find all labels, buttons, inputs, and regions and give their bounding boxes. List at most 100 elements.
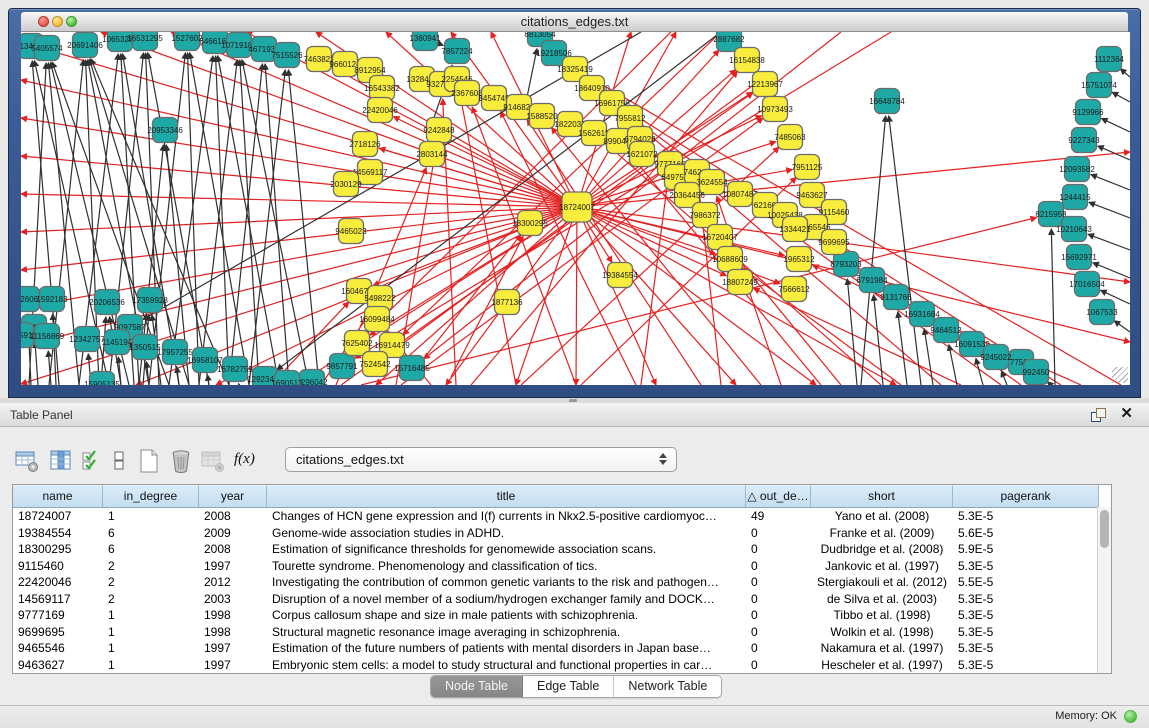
table-cell[interactable]: Yano et al. (2008) bbox=[811, 508, 953, 525]
graph-node[interactable]: 9227343 bbox=[1068, 128, 1100, 153]
table-cell[interactable]: 2 bbox=[103, 574, 199, 591]
window-titlebar[interactable]: citations_edges.txt bbox=[21, 12, 1128, 32]
table-row[interactable]: 911546021997Tourette syndrome. Phenomeno… bbox=[13, 558, 1111, 575]
graph-node[interactable]: 2718126 bbox=[349, 132, 381, 157]
table-cell[interactable]: Tourette syndrome. Phenomenology and cla… bbox=[267, 558, 746, 575]
table-cell[interactable]: Wolkin et al. (1998) bbox=[811, 624, 953, 641]
table-cell[interactable]: 49 bbox=[746, 508, 811, 525]
new-document-icon[interactable] bbox=[136, 448, 162, 474]
graph-node[interactable]: 1877136 bbox=[491, 290, 523, 315]
column-header-out_de[interactable]: △ out_de… bbox=[746, 485, 811, 507]
table-cell[interactable]: 14569117 bbox=[13, 591, 103, 608]
table-cell[interactable]: 5.3E-5 bbox=[953, 640, 1099, 657]
graph-node[interactable]: 18724007 bbox=[559, 192, 595, 222]
table-cell[interactable]: Changes of HCN gene expression and I(f) … bbox=[267, 508, 746, 525]
table-cell[interactable]: 1 bbox=[103, 640, 199, 657]
table-cell[interactable]: 0 bbox=[746, 640, 811, 657]
table-cell[interactable]: de Silva et al. (2003) bbox=[811, 591, 953, 608]
table-cell[interactable]: 2012 bbox=[199, 574, 267, 591]
resize-grip-icon[interactable] bbox=[1112, 367, 1128, 383]
table-cell[interactable]: 9115460 bbox=[13, 558, 103, 575]
graph-node[interactable]: 1690513 bbox=[271, 371, 303, 386]
column-header-pagerank[interactable]: pagerank bbox=[953, 485, 1099, 507]
table-cell[interactable]: Corpus callosum shape and size in male p… bbox=[267, 607, 746, 624]
delete-icon[interactable] bbox=[168, 448, 194, 474]
network-graph[interactable]: 1134505540557420691406106532871653129515… bbox=[21, 32, 1130, 385]
graph-node[interactable]: 18300295 bbox=[512, 211, 548, 236]
table-row[interactable]: 977716911998Corpus callosum shape and si… bbox=[13, 607, 1111, 624]
table-cell[interactable]: 9463627 bbox=[13, 657, 103, 674]
graph-node[interactable]: 9464512 bbox=[930, 318, 962, 343]
table-cell[interactable]: Genome-wide association studies in ADHD. bbox=[267, 525, 746, 542]
tab-edge-table[interactable]: Edge Table bbox=[523, 676, 614, 697]
close-panel-icon[interactable]: ✕ bbox=[1120, 406, 1133, 422]
table-cell[interactable]: 18300295 bbox=[13, 541, 103, 558]
table-cell[interactable]: 0 bbox=[746, 525, 811, 542]
graph-node[interactable]: 10973493 bbox=[757, 97, 793, 122]
table-cell[interactable]: 0 bbox=[746, 541, 811, 558]
show-columns-icon[interactable] bbox=[48, 448, 74, 474]
table-row[interactable]: 946554611997Estimation of the future num… bbox=[13, 640, 1111, 657]
graph-node[interactable]: 19384554 bbox=[602, 263, 638, 288]
graph-node[interactable]: 9245022 bbox=[980, 345, 1012, 370]
graph-node[interactable]: 9131766 bbox=[880, 285, 912, 310]
table-cell[interactable]: 0 bbox=[746, 624, 811, 641]
table-cell[interactable]: Estimation of the future numbers of pati… bbox=[267, 640, 746, 657]
table-row[interactable]: 1830029562008Estimation of significance … bbox=[13, 541, 1111, 558]
table-row[interactable]: 946362711997Embryonic stem cells: a mode… bbox=[13, 657, 1111, 674]
graph-node[interactable]: 7515526 bbox=[271, 43, 303, 68]
attribute-table[interactable]: namein_degreeyeartitle△ out_de…shortpage… bbox=[12, 484, 1112, 674]
float-window-icon[interactable] bbox=[1091, 408, 1105, 422]
graph-node[interactable]: 2030129 bbox=[330, 172, 362, 197]
table-cell[interactable]: 1 bbox=[103, 624, 199, 641]
graph-node[interactable]: 8793203 bbox=[830, 252, 862, 277]
graph-node[interactable]: 12093582 bbox=[1059, 157, 1095, 182]
graph-node[interactable]: 7524542 bbox=[359, 352, 391, 377]
network-canvas[interactable]: 1134505540557420691406106532871653129515… bbox=[21, 32, 1130, 385]
graph-node[interactable]: 16648784 bbox=[869, 89, 905, 114]
graph-node[interactable]: 1965312 bbox=[783, 247, 815, 272]
column-header-year[interactable]: year bbox=[199, 485, 267, 507]
graph-node[interactable]: 1380941 bbox=[409, 32, 441, 51]
table-row[interactable]: 1872400712008Changes of HCN gene express… bbox=[13, 508, 1111, 525]
table-row[interactable]: 969969511998Structural magnetic resonanc… bbox=[13, 624, 1111, 641]
table-cell[interactable]: Disruption of a novel member of a sodium… bbox=[267, 591, 746, 608]
graph-node[interactable]: 10210643 bbox=[1056, 217, 1092, 242]
table-cell[interactable]: 6 bbox=[103, 525, 199, 542]
column-header-title[interactable]: title bbox=[267, 485, 746, 507]
graph-node[interactable]: 7857224 bbox=[441, 39, 473, 64]
graph-node[interactable]: 12213967 bbox=[747, 72, 783, 97]
graph-node[interactable]: 7986372 bbox=[689, 203, 721, 228]
graph-node[interactable]: 20691406 bbox=[67, 33, 103, 58]
column-header-short[interactable]: short bbox=[811, 485, 953, 507]
table-cell[interactable]: 1997 bbox=[199, 657, 267, 674]
column-header-name[interactable]: name bbox=[13, 485, 103, 507]
function-builder-icon[interactable]: f(x) bbox=[234, 451, 260, 477]
table-row[interactable]: 1938455462009Genome-wide association stu… bbox=[13, 525, 1111, 542]
splitter-handle[interactable] bbox=[569, 399, 577, 402]
table-row[interactable]: 1456911722003Disruption of a novel membe… bbox=[13, 591, 1111, 608]
table-cell[interactable]: Dudbridge et al. (2008) bbox=[811, 541, 953, 558]
table-cell[interactable]: 9465546 bbox=[13, 640, 103, 657]
table-cell[interactable]: 5.3E-5 bbox=[953, 591, 1099, 608]
table-cell[interactable]: Estimation of significance thresholds fo… bbox=[267, 541, 746, 558]
graph-node[interactable]: 9857791 bbox=[326, 354, 358, 379]
table-cell[interactable]: 2 bbox=[103, 558, 199, 575]
table-cell[interactable]: 2008 bbox=[199, 541, 267, 558]
select-all-icon[interactable] bbox=[80, 448, 106, 474]
table-cell[interactable]: 5.3E-5 bbox=[953, 508, 1099, 525]
table-cell[interactable]: 6 bbox=[103, 541, 199, 558]
table-cell[interactable]: 1998 bbox=[199, 607, 267, 624]
scrollbar-thumb[interactable] bbox=[1100, 510, 1109, 548]
table-cell[interactable]: 1 bbox=[103, 508, 199, 525]
table-cell[interactable]: 0 bbox=[746, 574, 811, 591]
table-cell[interactable]: 1997 bbox=[199, 558, 267, 575]
graph-node[interactable]: 20206536 bbox=[89, 290, 125, 315]
graph-node[interactable]: 11156869 bbox=[30, 324, 65, 349]
table-options-icon[interactable] bbox=[14, 448, 40, 474]
graph-node[interactable]: 10688609 bbox=[712, 247, 748, 272]
tab-network-table[interactable]: Network Table bbox=[614, 676, 721, 697]
table-cell[interactable]: 9699695 bbox=[13, 624, 103, 641]
table-cell[interactable]: 1 bbox=[103, 657, 199, 674]
table-cell[interactable]: 2008 bbox=[199, 508, 267, 525]
